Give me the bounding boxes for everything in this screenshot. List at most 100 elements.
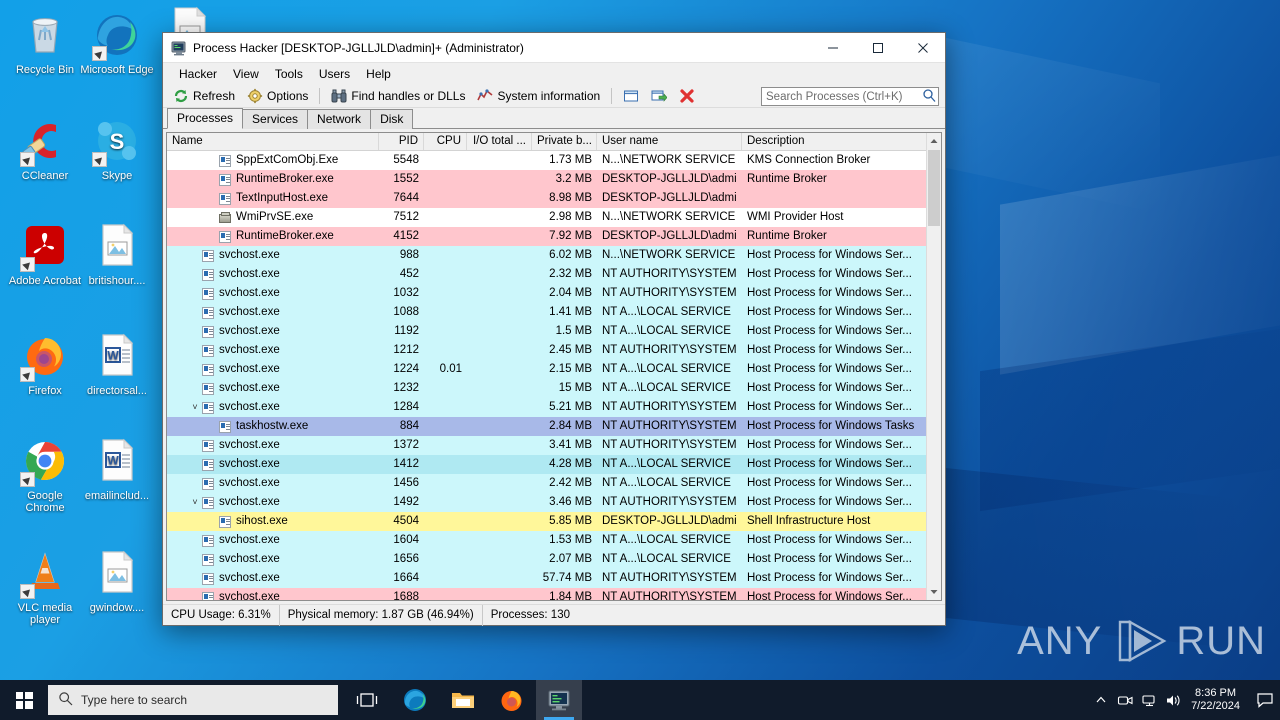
maximize-button[interactable]: [855, 33, 900, 63]
column-header-priv[interactable]: Private b...: [532, 133, 597, 150]
options-button[interactable]: Options: [241, 86, 314, 106]
desktop-icon-britishour[interactable]: britishour....: [80, 223, 154, 287]
scroll-thumb[interactable]: [928, 150, 940, 226]
column-header-user[interactable]: User name: [597, 133, 742, 150]
find-handles-button[interactable]: Find handles or DLLs: [325, 86, 471, 106]
tab-processes[interactable]: Processes: [167, 108, 244, 129]
close-button[interactable]: [900, 33, 945, 63]
tab-network[interactable]: Network: [307, 109, 372, 129]
taskbar[interactable]: Type here to search 8:36 PM 7/22/2024: [0, 680, 1280, 720]
menu-item-tools[interactable]: Tools: [267, 65, 311, 83]
table-row[interactable]: svchost.exe 1224 0.01 2.15 MB NT A...\LOCAL …: [167, 360, 941, 379]
cell-desc: Runtime Broker: [747, 230, 827, 242]
table-row[interactable]: svchost.exe 988 6.02 MB N...\NETWORK SERVIC…: [167, 246, 941, 265]
table-row[interactable]: ˅ svchost.exe 1492 3.46 MB NT AUTHORITY\SYST…: [167, 493, 941, 512]
desktop-icon-ccleaner[interactable]: CCleaner: [8, 118, 82, 182]
scroll-up-button[interactable]: [927, 133, 941, 149]
process-list[interactable]: Name PID CPU I/O total ... Private b... User …: [166, 132, 942, 601]
table-row[interactable]: svchost.exe 1032 2.04 MB NT AUTHORITY\SYSTE…: [167, 284, 941, 303]
file-explorer-icon[interactable]: [440, 680, 486, 720]
desktop-icon-adobe-acrobat[interactable]: Adobe Acrobat: [8, 223, 82, 287]
volume-icon[interactable]: [1161, 680, 1185, 720]
desktop-icon-google-chrome[interactable]: Google Chrome: [8, 438, 82, 514]
table-row[interactable]: svchost.exe 1232 15 MB NT A...\LOCAL SERVIC…: [167, 379, 941, 398]
show-hidden-icons-button[interactable]: [1089, 680, 1113, 720]
table-row[interactable]: svchost.exe 1656 2.07 MB NT A...\LOCAL SERV…: [167, 550, 941, 569]
search-processes-box[interactable]: Search Processes (Ctrl+K): [761, 87, 939, 106]
menu-item-help[interactable]: Help: [358, 65, 399, 83]
table-row[interactable]: SppExtComObj.Exe 5548 1.73 MB N...\NETWORK …: [167, 151, 941, 170]
desktop-icon-vlc-media-player[interactable]: VLC media player: [8, 550, 82, 626]
table-row[interactable]: svchost.exe 1372 3.41 MB NT AUTHORITY\SYSTE…: [167, 436, 941, 455]
desktop-icon-emailinclud[interactable]: Wemailinclud...: [80, 438, 154, 502]
restart-tool-button[interactable]: [645, 86, 673, 106]
table-row[interactable]: svchost.exe 1088 1.41 MB NT A...\LOCAL SERV…: [167, 303, 941, 322]
cell-pid: 1492: [393, 496, 419, 508]
column-header-name[interactable]: Name: [167, 133, 379, 150]
table-row[interactable]: svchost.exe 1456 2.42 MB NT A...\LOCAL SERV…: [167, 474, 941, 493]
firefox-icon[interactable]: [488, 680, 534, 720]
toolbar[interactable]: Refresh Options Find handles or DLLs Sys…: [163, 84, 945, 108]
table-row[interactable]: sihost.exe 4504 5.85 MB DESKTOP-JGLLJLD\adm…: [167, 512, 941, 531]
menu-item-users[interactable]: Users: [311, 65, 358, 83]
task-view-icon[interactable]: [344, 680, 390, 720]
column-header-cpu[interactable]: CPU: [424, 133, 467, 150]
table-row[interactable]: TextInputHost.exe 7644 8.98 MB DESKTOP-JGLL…: [167, 189, 941, 208]
table-row[interactable]: taskhostw.exe 884 2.84 MB NT AUTHORITY\SYST…: [167, 417, 941, 436]
taskbar-items[interactable]: [344, 680, 582, 720]
menu-item-view[interactable]: View: [225, 65, 267, 83]
terminate-button[interactable]: [673, 86, 701, 106]
table-row[interactable]: svchost.exe 1664 57.74 MB NT AUTHORITY\SYST…: [167, 569, 941, 588]
desktop-icon-directorsal[interactable]: Wdirectorsal...: [80, 333, 154, 397]
vertical-scrollbar[interactable]: [926, 133, 941, 600]
desktop-icon-gwindow[interactable]: gwindow....: [80, 550, 154, 614]
table-row[interactable]: WmiPrvSE.exe 7512 2.98 MB N...\NETWORK SERV…: [167, 208, 941, 227]
table-row[interactable]: RuntimeBroker.exe 1552 3.2 MB DESKTOP-JGLLJ…: [167, 170, 941, 189]
menu-item-hacker[interactable]: Hacker: [171, 65, 225, 83]
column-header-desc[interactable]: Description: [742, 133, 932, 150]
window-titlebar[interactable]: Process Hacker [DESKTOP-JGLLJLD\admin]+ …: [163, 33, 945, 63]
shortcut-arrow-icon: [20, 584, 35, 599]
refresh-button[interactable]: Refresh: [167, 86, 241, 106]
system-tray[interactable]: 8:36 PM 7/22/2024: [1089, 680, 1280, 720]
column-headers[interactable]: Name PID CPU I/O total ... Private b... User …: [167, 133, 941, 151]
taskbar-search-input[interactable]: Type here to search: [81, 693, 187, 707]
table-row[interactable]: svchost.exe 1412 4.28 MB NT A...\LOCAL SERV…: [167, 455, 941, 474]
process-hacker-window[interactable]: Process Hacker [DESKTOP-JGLLJLD\admin]+ …: [162, 32, 946, 626]
system-information-button[interactable]: System information: [471, 86, 606, 106]
network-icon[interactable]: [1137, 680, 1161, 720]
table-row[interactable]: svchost.exe 1604 1.53 MB NT A...\LOCAL SERV…: [167, 531, 941, 550]
tab-services[interactable]: Services: [242, 109, 309, 129]
minimize-button[interactable]: [810, 33, 855, 63]
scroll-down-button[interactable]: [927, 584, 941, 600]
column-header-io[interactable]: I/O total ...: [467, 133, 532, 150]
action-center-icon[interactable]: [1250, 680, 1280, 720]
table-row[interactable]: RuntimeBroker.exe 4152 7.92 MB DESKTOP-JGLL…: [167, 227, 941, 246]
table-row[interactable]: svchost.exe 452 2.32 MB NT AUTHORITY\SYSTEM…: [167, 265, 941, 284]
clock[interactable]: 8:36 PM 7/22/2024: [1185, 687, 1250, 713]
chevron-down-icon[interactable]: ˅: [189, 493, 201, 512]
window-tool-button[interactable]: [617, 86, 645, 106]
table-row[interactable]: svchost.exe 1212 2.45 MB NT AUTHORITY\SYSTE…: [167, 341, 941, 360]
table-row[interactable]: ˅ svchost.exe 1284 5.21 MB NT AUTHORITY\SYST…: [167, 398, 941, 417]
tab-disk[interactable]: Disk: [370, 109, 414, 129]
table-row[interactable]: svchost.exe 1688 1.84 MB NT AUTHORITY\SYSTE…: [167, 588, 941, 600]
search-icon[interactable]: [922, 88, 936, 105]
tab-strip[interactable]: Processes Services Network Disk: [163, 108, 945, 129]
process-hacker-icon[interactable]: [536, 680, 582, 720]
search-input[interactable]: Search Processes (Ctrl+K): [766, 91, 922, 103]
desktop-icon-firefox[interactable]: Firefox: [8, 333, 82, 397]
desktop-icon-recycle-bin[interactable]: Recycle Bin: [8, 12, 82, 76]
table-row[interactable]: svchost.exe 1192 1.5 MB NT A...\LOCAL SERVI…: [167, 322, 941, 341]
start-button[interactable]: [0, 680, 48, 720]
camera-icon[interactable]: [1113, 680, 1137, 720]
edge-icon[interactable]: [392, 680, 438, 720]
desktop-icon-microsoft-edge[interactable]: Microsoft Edge: [80, 12, 154, 76]
process-rows[interactable]: SppExtComObj.Exe 5548 1.73 MB N...\NETWORK …: [167, 151, 941, 600]
cell-desc: Host Process for Windows Ser...: [747, 458, 912, 470]
chevron-down-icon[interactable]: ˅: [189, 398, 201, 417]
taskbar-search[interactable]: Type here to search: [48, 685, 338, 715]
menu-bar[interactable]: Hacker View Tools Users Help: [163, 63, 945, 84]
column-header-pid[interactable]: PID: [379, 133, 424, 150]
desktop-icon-skype[interactable]: S Skype: [80, 118, 154, 182]
